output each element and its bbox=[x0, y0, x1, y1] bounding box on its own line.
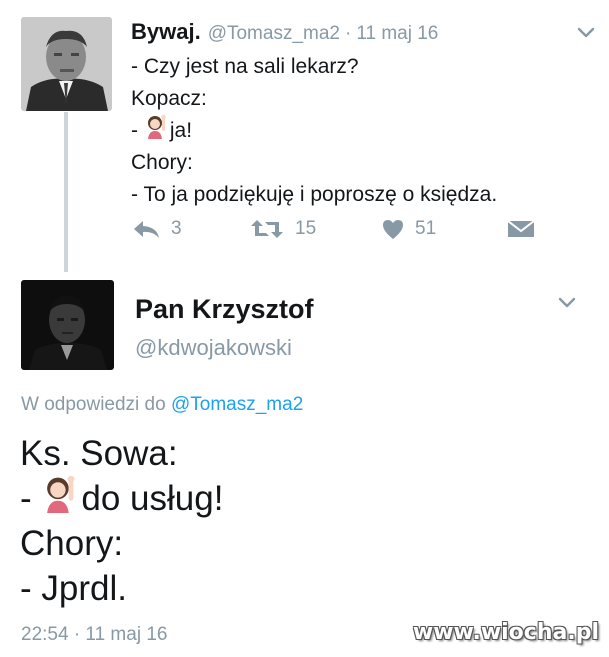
reply-mention-link[interactable]: @Tomasz_ma2 bbox=[171, 394, 303, 415]
thread-connector-line bbox=[64, 112, 68, 272]
tweet-line: - To ja podziękuję i poproszę o księdza. bbox=[131, 183, 498, 206]
tweet-date[interactable]: 11 maj 16 bbox=[356, 23, 438, 45]
tweet-line: - Jprdl. bbox=[20, 569, 127, 608]
tweet-line: - do usług! bbox=[20, 473, 224, 524]
user-handle[interactable]: @Tomasz_ma2 bbox=[208, 23, 340, 45]
display-name[interactable]: Bywaj. bbox=[131, 19, 201, 45]
tweet-timestamp[interactable]: 22:54 · 11 maj 16 bbox=[21, 624, 167, 646]
retweet-icon bbox=[251, 220, 283, 238]
chevron-down-icon[interactable] bbox=[576, 26, 596, 40]
retweet-count: 15 bbox=[295, 218, 317, 239]
tweet-line: Kopacz: bbox=[131, 87, 207, 110]
tweet-line: - ja! bbox=[131, 113, 497, 149]
woman-raising-hand-emoji-icon bbox=[41, 473, 81, 524]
woman-raising-hand-emoji-icon bbox=[144, 113, 170, 149]
tweet-line-text: ja! bbox=[169, 119, 193, 142]
dash-prefix: - bbox=[131, 119, 138, 142]
tweet-line: Chory: bbox=[20, 524, 124, 563]
tweet-line: Chory: bbox=[131, 151, 193, 174]
envelope-icon bbox=[507, 220, 535, 237]
chevron-down-icon[interactable] bbox=[557, 296, 577, 310]
direct-message-button[interactable] bbox=[506, 214, 536, 244]
display-name[interactable]: Pan Krzysztof bbox=[135, 294, 314, 325]
reply-icon bbox=[134, 221, 159, 238]
tweet-header: Bywaj. @Tomasz_ma2 · 11 maj 16 bbox=[131, 19, 438, 45]
heart-icon bbox=[383, 220, 403, 239]
reply-context: W odpowiedzi do @Tomasz_ma2 bbox=[21, 394, 303, 416]
tweet-text: - Czy jest na sali lekarz? Kopacz: - ja!… bbox=[131, 51, 497, 211]
reply-button[interactable]: 3 bbox=[131, 214, 182, 244]
tweet-line: - Czy jest na sali lekarz? bbox=[131, 55, 359, 78]
user-handle[interactable]: @kdwojakowski bbox=[135, 335, 292, 361]
dash-prefix: - bbox=[20, 479, 32, 518]
like-count: 51 bbox=[415, 218, 437, 239]
tweet-line: Ks. Sowa: bbox=[20, 434, 178, 473]
watermark: www.wiocha.pl bbox=[412, 620, 599, 645]
avatar[interactable] bbox=[21, 17, 112, 111]
like-button[interactable]: 51 bbox=[381, 214, 436, 244]
tweet-line-text: do usług! bbox=[81, 479, 224, 518]
separator-dot: · bbox=[344, 23, 352, 44]
reply-count: 3 bbox=[171, 218, 182, 239]
tweet-actions: 3 15 51 bbox=[131, 214, 541, 244]
reply-prefix: W odpowiedzi do bbox=[21, 394, 166, 415]
avatar[interactable] bbox=[21, 280, 114, 370]
profile-photo-icon bbox=[21, 17, 112, 111]
tweet-text: Ks. Sowa: - do usług! Chory: - Jprdl. bbox=[20, 431, 223, 611]
profile-photo-icon bbox=[21, 280, 114, 370]
retweet-button[interactable]: 15 bbox=[249, 214, 316, 244]
